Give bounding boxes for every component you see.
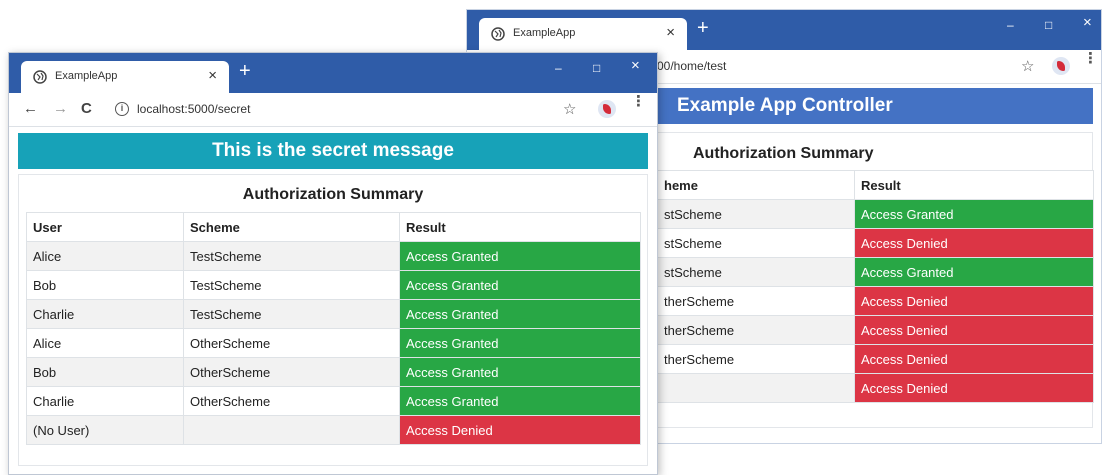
table-header-row: heme Result	[657, 170, 1094, 200]
result-badge: Access Denied	[854, 315, 1094, 345]
authorization-table: User Scheme Result Alice TestScheme Acce…	[26, 212, 641, 445]
table-row: stScheme Access Granted	[657, 199, 1094, 229]
scheme-cell: OtherScheme	[183, 328, 400, 358]
tab-title: ExampleApp	[55, 70, 118, 82]
user-cell: Alice	[26, 328, 184, 358]
menu-icon[interactable]: ⋮	[1083, 51, 1098, 66]
page-banner: This is the secret message	[18, 133, 648, 169]
column-header-user: User	[26, 212, 184, 242]
minimize-icon[interactable]: –	[1007, 18, 1014, 32]
result-badge: Access Denied	[854, 286, 1094, 316]
new-tab-icon[interactable]: +	[697, 18, 709, 38]
scheme-cell: TestScheme	[183, 299, 400, 329]
toolbar: ← → C i localhost:5000/secret ☆ ⋮	[9, 93, 657, 127]
table-header-row: User Scheme Result	[26, 212, 641, 242]
maximize-icon[interactable]: □	[593, 61, 600, 75]
user-cell: Charlie	[26, 299, 184, 329]
table-row: therScheme Access Denied	[657, 344, 1094, 374]
scheme-cell: therScheme	[657, 286, 855, 316]
result-badge: Access Denied	[854, 344, 1094, 374]
table-row: Access Denied	[657, 373, 1094, 403]
info-icon[interactable]: i	[115, 102, 129, 116]
close-icon[interactable]: ×	[631, 58, 640, 73]
globe-icon	[33, 70, 47, 84]
scheme-cell	[183, 415, 400, 445]
scheme-cell: TestScheme	[183, 241, 400, 271]
result-badge: Access Granted	[399, 386, 641, 416]
result-badge: Access Granted	[399, 357, 641, 387]
column-header-scheme: heme	[657, 170, 855, 200]
tab-close-icon[interactable]: ×	[208, 67, 217, 84]
globe-icon	[491, 27, 505, 41]
tab-title: ExampleApp	[513, 27, 576, 39]
browser-tab[interactable]: ExampleApp ×	[21, 61, 229, 93]
table-row: therScheme Access Denied	[657, 315, 1094, 345]
authorization-table: heme Result stScheme Access Granted stSc…	[657, 170, 1094, 403]
address-bar[interactable]: 00/home/test	[657, 59, 726, 73]
result-badge: Access Denied	[854, 373, 1094, 403]
summary-title: Authorization Summary	[242, 186, 424, 203]
minimize-icon[interactable]: –	[555, 61, 562, 75]
scheme-cell: stScheme	[657, 199, 855, 229]
summary-title: Authorization Summary	[693, 145, 874, 162]
scheme-cell: stScheme	[657, 257, 855, 287]
maximize-icon[interactable]: □	[1045, 18, 1052, 32]
scheme-cell	[657, 373, 855, 403]
bookmark-star-icon[interactable]: ☆	[1021, 57, 1034, 75]
reload-icon[interactable]: C	[81, 101, 92, 117]
title-bar[interactable]: ExampleApp × + – □ ×	[9, 53, 657, 93]
new-tab-icon[interactable]: +	[239, 61, 251, 81]
scheme-cell: OtherScheme	[183, 357, 400, 387]
table-row: Alice TestScheme Access Granted	[26, 241, 641, 271]
result-badge: Access Granted	[399, 299, 641, 329]
table-row: stScheme Access Denied	[657, 228, 1094, 258]
address-bar[interactable]: localhost:5000/secret	[137, 102, 250, 116]
result-badge: Access Granted	[399, 328, 641, 358]
extension-icon[interactable]	[598, 100, 616, 118]
result-badge: Access Denied	[399, 415, 641, 445]
user-cell: Alice	[26, 241, 184, 271]
browser-window-front[interactable]: ExampleApp × + – □ × ← → C i localhost:5…	[8, 52, 658, 475]
page-banner: Example App Controller	[657, 88, 1093, 124]
tab-close-icon[interactable]: ×	[666, 24, 675, 41]
user-cell: Bob	[26, 357, 184, 387]
user-cell: Bob	[26, 270, 184, 300]
table-row: stScheme Access Granted	[657, 257, 1094, 287]
result-badge: Access Granted	[854, 199, 1094, 229]
browser-tab[interactable]: ExampleApp ×	[479, 18, 687, 50]
table-row: Alice OtherScheme Access Granted	[26, 328, 641, 358]
column-header-scheme: Scheme	[183, 212, 400, 242]
menu-icon[interactable]: ⋮	[631, 94, 646, 109]
table-row: therScheme Access Denied	[657, 286, 1094, 316]
result-badge: Access Granted	[854, 257, 1094, 287]
table-row: (No User) Access Denied	[26, 415, 641, 445]
scheme-cell: TestScheme	[183, 270, 400, 300]
bookmark-star-icon[interactable]: ☆	[563, 100, 576, 118]
column-header-result: Result	[854, 170, 1094, 200]
result-badge: Access Granted	[399, 241, 641, 271]
scheme-cell: therScheme	[657, 315, 855, 345]
result-badge: Access Granted	[399, 270, 641, 300]
result-badge: Access Denied	[854, 228, 1094, 258]
table-row: Bob OtherScheme Access Granted	[26, 357, 641, 387]
close-icon[interactable]: ×	[1083, 15, 1092, 30]
forward-arrow-icon[interactable]: →	[53, 101, 68, 117]
scheme-cell: stScheme	[657, 228, 855, 258]
scheme-cell: OtherScheme	[183, 386, 400, 416]
table-row: Bob TestScheme Access Granted	[26, 270, 641, 300]
column-header-result: Result	[399, 212, 641, 242]
title-bar[interactable]: ExampleApp × + – □ ×	[467, 10, 1101, 50]
user-cell: Charlie	[26, 386, 184, 416]
table-row: Charlie TestScheme Access Granted	[26, 299, 641, 329]
extension-icon[interactable]	[1052, 57, 1070, 75]
back-arrow-icon[interactable]: ←	[23, 101, 38, 117]
scheme-cell: therScheme	[657, 344, 855, 374]
table-row: Charlie OtherScheme Access Granted	[26, 386, 641, 416]
user-cell: (No User)	[26, 415, 184, 445]
